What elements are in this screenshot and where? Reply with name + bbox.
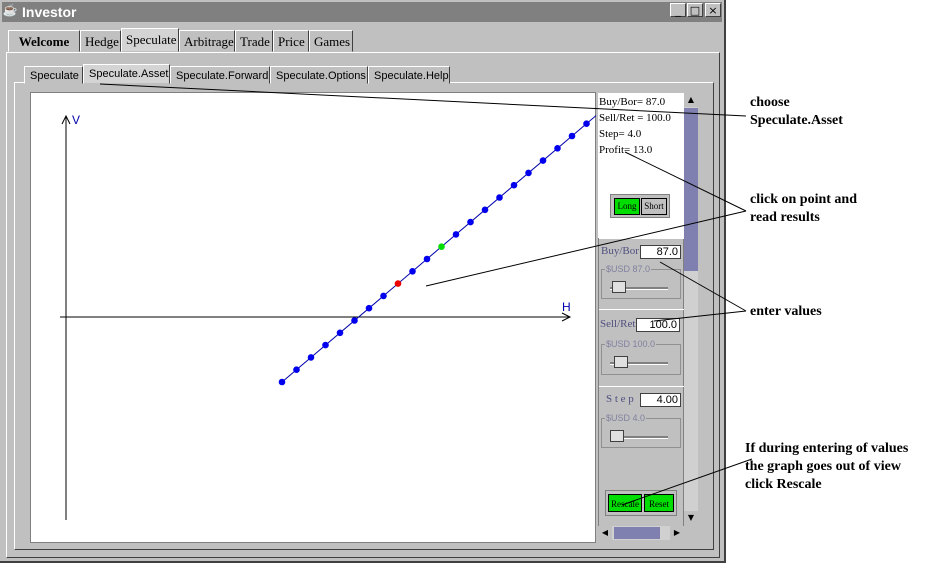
step-input[interactable]: 4.00 xyxy=(640,393,681,407)
sell-result: Sell/Ret = 100.0 xyxy=(599,112,671,124)
coffee-cup-icon: ☕ xyxy=(2,3,18,17)
profit-result: Profit= 13.0 xyxy=(599,144,653,156)
step-slider-title: $USD 4.0 xyxy=(605,413,647,423)
subtab-speculate-help[interactable]: Speculate.Help xyxy=(368,66,450,84)
data-point[interactable] xyxy=(293,366,300,374)
tab-arbitrage[interactable]: Arbitrage xyxy=(179,30,235,52)
data-point[interactable] xyxy=(365,304,373,312)
data-point[interactable] xyxy=(496,194,503,201)
annotation-enter-values: enter values xyxy=(750,304,822,319)
subtab-speculate[interactable]: Speculate xyxy=(24,66,83,84)
payoff-chart[interactable] xyxy=(30,92,596,543)
maximize-button[interactable]: □ xyxy=(687,3,703,17)
vertical-scroll-thumb[interactable] xyxy=(684,108,698,271)
annotation-click-point: click on point and read results xyxy=(750,192,857,225)
separator xyxy=(599,386,684,387)
data-point[interactable] xyxy=(336,329,344,337)
tab-games[interactable]: Games xyxy=(309,30,353,52)
title-bar: Investor xyxy=(2,2,722,22)
tab-price[interactable]: Price xyxy=(273,30,309,52)
sell-label: Sell/Ret xyxy=(600,318,636,330)
step-slider-thumb[interactable] xyxy=(610,430,624,442)
data-point[interactable] xyxy=(539,157,547,164)
separator xyxy=(599,309,684,310)
long-button[interactable]: Long xyxy=(614,198,640,215)
data-point[interactable] xyxy=(380,292,387,300)
reset-button[interactable]: Reset xyxy=(644,494,674,512)
data-point[interactable] xyxy=(452,231,460,238)
scroll-down-icon[interactable]: ▼ xyxy=(684,511,698,525)
buy-result: Buy/Bor= 87.0 xyxy=(599,96,666,108)
buy-label: Buy/Bor xyxy=(601,245,639,257)
rescale-button[interactable]: Rescale xyxy=(608,494,642,512)
subtab-speculate-asset[interactable]: Speculate.Asset xyxy=(83,64,170,84)
sell-slider-title: $USD 100.0 xyxy=(605,339,657,349)
buy-slider-title: $USD 87.0 xyxy=(605,264,652,274)
subtab-speculate-forward[interactable]: Speculate.Forward xyxy=(170,66,270,84)
x-axis-label: H xyxy=(562,300,571,314)
y-axis-label: V xyxy=(72,113,81,127)
data-point-selected[interactable] xyxy=(438,243,445,250)
data-point-breakeven[interactable] xyxy=(394,280,402,287)
annotation-choose: choose Speculate.Asset xyxy=(750,95,843,128)
step-result: Step= 4.0 xyxy=(599,128,642,140)
window-title: Investor xyxy=(22,4,77,20)
data-point[interactable] xyxy=(423,255,431,263)
data-point[interactable] xyxy=(467,218,474,226)
data-point[interactable] xyxy=(481,206,489,214)
data-point[interactable] xyxy=(322,341,329,349)
data-point[interactable] xyxy=(409,268,416,275)
data-point[interactable] xyxy=(351,317,358,324)
close-button[interactable]: × xyxy=(705,3,721,17)
sell-slider-thumb[interactable] xyxy=(613,356,628,368)
subtab-speculate-options[interactable]: Speculate.Options xyxy=(270,66,368,84)
tab-speculate[interactable]: Speculate xyxy=(121,28,179,52)
tab-trade[interactable]: Trade xyxy=(235,30,273,52)
buy-input[interactable]: 87.0 xyxy=(640,245,681,259)
data-point[interactable] xyxy=(510,181,518,189)
tab-welcome[interactable]: Welcome xyxy=(8,30,80,52)
scroll-left-icon[interactable]: ◀ xyxy=(598,526,612,540)
horizontal-scroll-thumb[interactable] xyxy=(614,527,660,539)
buy-slider-thumb[interactable] xyxy=(612,281,627,293)
data-point[interactable] xyxy=(278,378,286,386)
minimize-button[interactable]: _ xyxy=(670,3,686,17)
data-point[interactable] xyxy=(307,354,315,361)
scroll-up-icon[interactable]: ▲ xyxy=(684,93,698,107)
step-label: S t e p xyxy=(606,393,634,405)
scroll-right-icon[interactable]: ▶ xyxy=(670,526,684,540)
short-button[interactable]: Short xyxy=(641,198,667,215)
separator xyxy=(599,238,684,239)
data-point[interactable] xyxy=(525,169,532,177)
payoff-line xyxy=(281,114,596,383)
annotation-rescale: If during entering of values the graph g… xyxy=(745,441,909,492)
data-point[interactable] xyxy=(583,120,590,127)
data-point[interactable] xyxy=(568,132,576,140)
data-point[interactable] xyxy=(554,145,561,152)
sell-input[interactable]: 100.0 xyxy=(636,318,680,332)
tab-hedge[interactable]: Hedge xyxy=(80,30,121,52)
